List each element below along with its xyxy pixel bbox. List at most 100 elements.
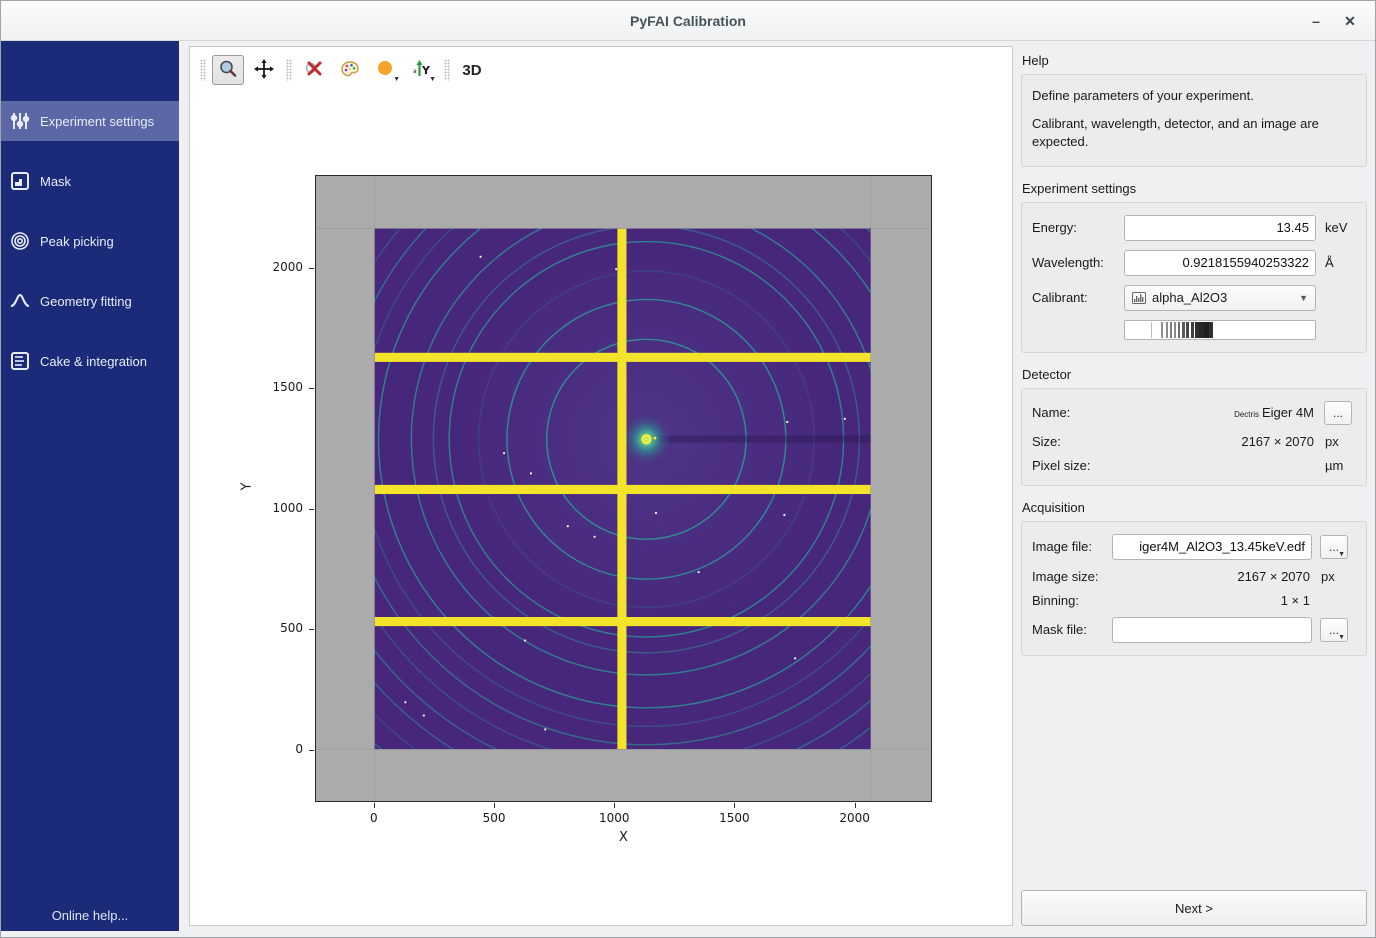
plot-panel: ▼ a Y ▼ 3D [189, 46, 1013, 926]
app-window: PyFAI Calibration – ✕ Experiment setting… [0, 0, 1376, 938]
mask-file-label: Mask file: [1032, 622, 1112, 637]
x-tick-label: 0 [354, 811, 394, 825]
next-button[interactable]: Next > [1021, 890, 1367, 926]
x-tick [614, 803, 615, 808]
wavelength-label: Wavelength: [1032, 255, 1124, 270]
x-tick-label: 1000 [594, 811, 634, 825]
energy-label: Energy: [1032, 220, 1124, 235]
detector-image [316, 176, 931, 801]
calibrant-ring-bar [1191, 322, 1194, 338]
sidebar-item-label: Geometry fitting [40, 294, 132, 309]
sliders-icon [9, 110, 31, 132]
wavelength-field[interactable] [1124, 250, 1316, 276]
mask-file-browse-button[interactable]: ...▼ [1320, 618, 1348, 642]
calibrant-ring-bar [1186, 322, 1189, 338]
y-tick [309, 388, 314, 389]
binning-value: 1 × 1 [1112, 593, 1312, 608]
calibrant-ring-bar [1151, 322, 1152, 338]
calibrant-select[interactable]: alpha_Al2O3 ▼ [1124, 285, 1316, 311]
calibrant-ring-bar [1209, 322, 1213, 338]
y-tick [309, 750, 314, 751]
calibrant-icon [1132, 292, 1146, 304]
y-tick-label: 1500 [255, 380, 303, 394]
minimize-button[interactable]: – [1303, 9, 1329, 33]
y-tick-label: 2000 [255, 260, 303, 274]
help-text-line1: Define parameters of your experiment. [1032, 87, 1356, 105]
experiment-settings-title: Experiment settings [1022, 181, 1367, 196]
plot-axes[interactable] [315, 175, 932, 802]
x-tick-label: 2000 [835, 811, 875, 825]
sidebar-item-geometry-fitting[interactable]: Geometry fitting [1, 281, 179, 321]
wavelength-unit: Å [1316, 255, 1356, 270]
sidebar-item-label: Peak picking [40, 234, 114, 249]
sidebar-item-cake-integration[interactable]: Cake & integration [1, 341, 179, 381]
peak-curve-icon [9, 290, 31, 312]
y-tick-label: 500 [255, 621, 303, 635]
stacked-lines-icon [9, 350, 31, 372]
experiment-settings-box: Energy: keV Wavelength: Å Calibrant: alp… [1021, 202, 1367, 353]
sidebar: Experiment settings Mask Peak picking [1, 41, 179, 931]
sidebar-item-peak-picking[interactable]: Peak picking [1, 221, 179, 261]
y-tick [309, 509, 314, 510]
settings-panel: Help Define parameters of your experimen… [1021, 41, 1367, 937]
sidebar-item-experiment-settings[interactable]: Experiment settings [1, 101, 179, 141]
figure: X Y 0 500 1000 1500 2000 0 500 1000 1500 2000 [190, 47, 1012, 925]
image-file-label: Image file: [1032, 539, 1112, 554]
x-tick-label: 1500 [714, 811, 754, 825]
y-tick-label: 1000 [255, 501, 303, 515]
energy-unit: keV [1316, 220, 1356, 235]
calibrant-ring-bar [1174, 322, 1176, 338]
y-axis-label: Y [239, 483, 254, 491]
acquisition-title: Acquisition [1022, 500, 1367, 515]
image-file-field[interactable] [1112, 534, 1312, 560]
title-bar: PyFAI Calibration – ✕ [1, 1, 1375, 41]
x-tick [494, 803, 495, 808]
caret-down-icon: ▼ [1338, 634, 1345, 641]
image-size-label: Image size: [1032, 569, 1112, 584]
y-tick [309, 268, 314, 269]
sidebar-item-label: Cake & integration [40, 354, 147, 369]
x-tick [734, 803, 735, 808]
pixel-size-label: Pixel size: [1032, 458, 1112, 473]
sidebar-item-label: Experiment settings [40, 114, 154, 129]
calibrant-ring-bar [1161, 322, 1163, 338]
x-axis-label: X [315, 830, 932, 845]
acquisition-box: Image file: ...▼ Image size: 2167 × 2070… [1021, 521, 1367, 656]
rings-icon [9, 230, 31, 252]
close-button[interactable]: ✕ [1337, 9, 1363, 33]
online-help-link[interactable]: Online help... [1, 908, 179, 923]
image-size-unit: px [1312, 569, 1356, 584]
help-box: Define parameters of your experiment. Ca… [1021, 74, 1367, 167]
caret-down-icon: ▼ [1338, 551, 1345, 558]
mask-icon [9, 170, 31, 192]
caret-down-icon: ▼ [1299, 293, 1308, 303]
pixel-size-unit: µm [1316, 458, 1356, 473]
y-tick [309, 629, 314, 630]
calibrant-value: alpha_Al2O3 [1152, 290, 1227, 305]
sidebar-item-label: Mask [40, 174, 71, 189]
help-title: Help [1022, 53, 1367, 68]
window-title: PyFAI Calibration [1, 1, 1375, 41]
x-tick [374, 803, 375, 808]
detector-box: Name: DectrisEiger 4M ... Size: 2167 × 2… [1021, 388, 1367, 486]
detector-name-value: Eiger 4M [1262, 405, 1314, 420]
calibrant-ring-bar [1178, 322, 1180, 338]
detector-size-unit: px [1316, 434, 1356, 449]
binning-label: Binning: [1032, 593, 1112, 608]
calibrant-ring-bar [1166, 322, 1168, 338]
x-tick-label: 500 [474, 811, 514, 825]
calibrant-rings-preview [1124, 320, 1316, 340]
detector-size-value: 2167 × 2070 [1112, 434, 1316, 449]
y-tick-label: 0 [255, 742, 303, 756]
calibrant-ring-bar [1170, 322, 1172, 338]
energy-field[interactable] [1124, 215, 1316, 241]
sidebar-item-mask[interactable]: Mask [1, 161, 179, 201]
mask-file-field[interactable] [1112, 617, 1312, 643]
calibrant-ring-bar [1182, 322, 1185, 338]
detector-browse-button[interactable]: ... [1324, 401, 1352, 425]
detector-brand: Dectris [1234, 410, 1259, 419]
calibrant-label: Calibrant: [1032, 290, 1124, 305]
image-file-browse-button[interactable]: ...▼ [1320, 535, 1348, 559]
help-text-line2: Calibrant, wavelength, detector, and an … [1032, 115, 1356, 151]
detector-title: Detector [1022, 367, 1367, 382]
